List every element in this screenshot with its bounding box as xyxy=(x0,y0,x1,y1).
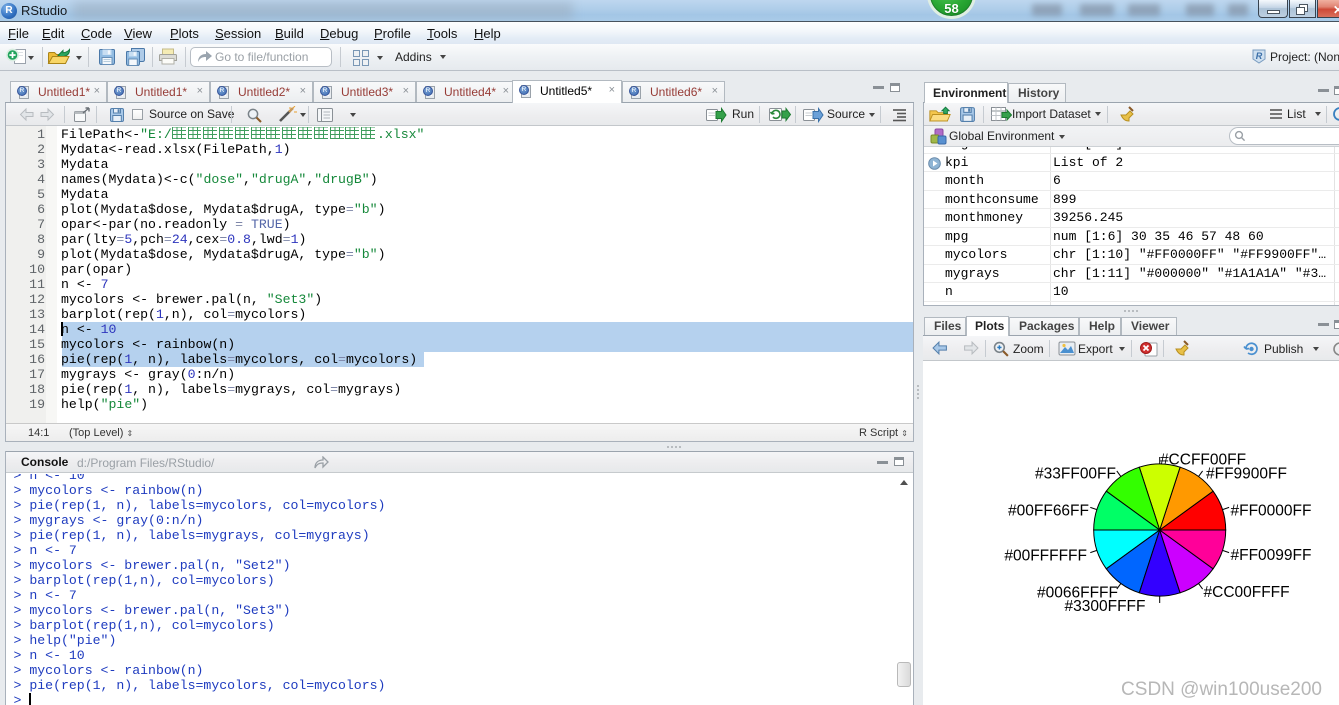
svg-text:#00FFFFFF: #00FFFFFF xyxy=(1004,548,1087,565)
svg-text:#00FF66FF: #00FF66FF xyxy=(1008,503,1089,520)
svg-text:CSDN @win100use200: CSDN @win100use200 xyxy=(1121,679,1322,700)
svg-text:#FF0000FF: #FF0000FF xyxy=(1231,503,1312,520)
svg-text:#33FF00FF: #33FF00FF xyxy=(1035,466,1116,483)
svg-text:#CC00FFFF: #CC00FFFF xyxy=(1204,584,1290,601)
svg-text:R: R xyxy=(1256,51,1263,61)
svg-text:#0066FFFF: #0066FFFF xyxy=(1037,585,1118,602)
svg-text:#FF9900FF: #FF9900FF xyxy=(1206,466,1287,483)
svg-text:#FF0099FF: #FF0099FF xyxy=(1231,547,1312,564)
